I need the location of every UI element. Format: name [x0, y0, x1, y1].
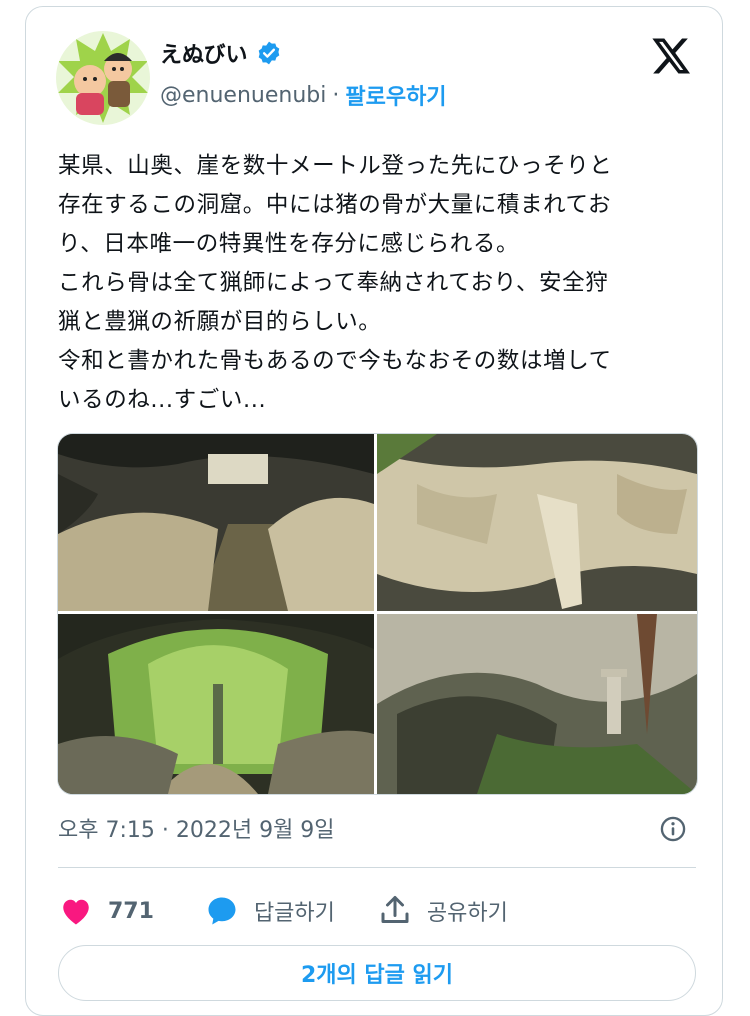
author-avatar[interactable]: [56, 31, 150, 125]
reply-button[interactable]: 답글하기: [204, 893, 335, 929]
author-handle[interactable]: @enuenuenubi: [160, 83, 326, 108]
action-bar: 771 답글하기 공유하기: [58, 889, 550, 933]
handle-separator: ·: [332, 82, 340, 108]
x-logo-icon[interactable]: [651, 35, 693, 77]
author-name-row[interactable]: えぬびい: [160, 37, 282, 69]
photo-boar-skulls[interactable]: [377, 434, 697, 611]
verified-badge-icon: [258, 41, 279, 65]
like-button[interactable]: 771: [58, 893, 154, 929]
like-count: 771: [108, 898, 154, 924]
follow-button[interactable]: 팔로우하기: [345, 79, 446, 111]
media-grid[interactable]: [57, 433, 698, 795]
author-handle-row: @enuenuenubi · 팔로우하기: [160, 79, 447, 111]
share-button[interactable]: 공유하기: [377, 893, 508, 929]
info-icon[interactable]: [659, 815, 687, 843]
author-display-name[interactable]: えぬびい: [160, 37, 248, 69]
reply-label: 답글하기: [253, 901, 335, 926]
photo-cave-forest-view[interactable]: [58, 614, 374, 794]
speech-bubble-icon: [208, 897, 236, 925]
heart-icon: [63, 899, 89, 925]
tweet-timestamp[interactable]: 오후 7:15 · 2022년 9월 9일: [58, 812, 335, 844]
tweet-card: えぬびい @enuenuenubi · 팔로우하기 某県、山奥、崖を数十メートル…: [25, 6, 723, 1016]
tweet-text: 某県、山奥、崖を数十メートル登った先にひっそりと 存在するこの洞窟。中には猪の骨…: [58, 153, 613, 413]
share-upload-icon: [381, 896, 409, 923]
share-label: 공유하기: [426, 901, 508, 926]
photo-cave-entrance[interactable]: [58, 434, 374, 611]
read-replies-button[interactable]: 2개의 답글 읽기: [58, 945, 696, 1001]
avatar-illustration-icon: [58, 33, 148, 123]
divider: [58, 867, 696, 868]
photo-cave-rocks[interactable]: [377, 614, 697, 794]
